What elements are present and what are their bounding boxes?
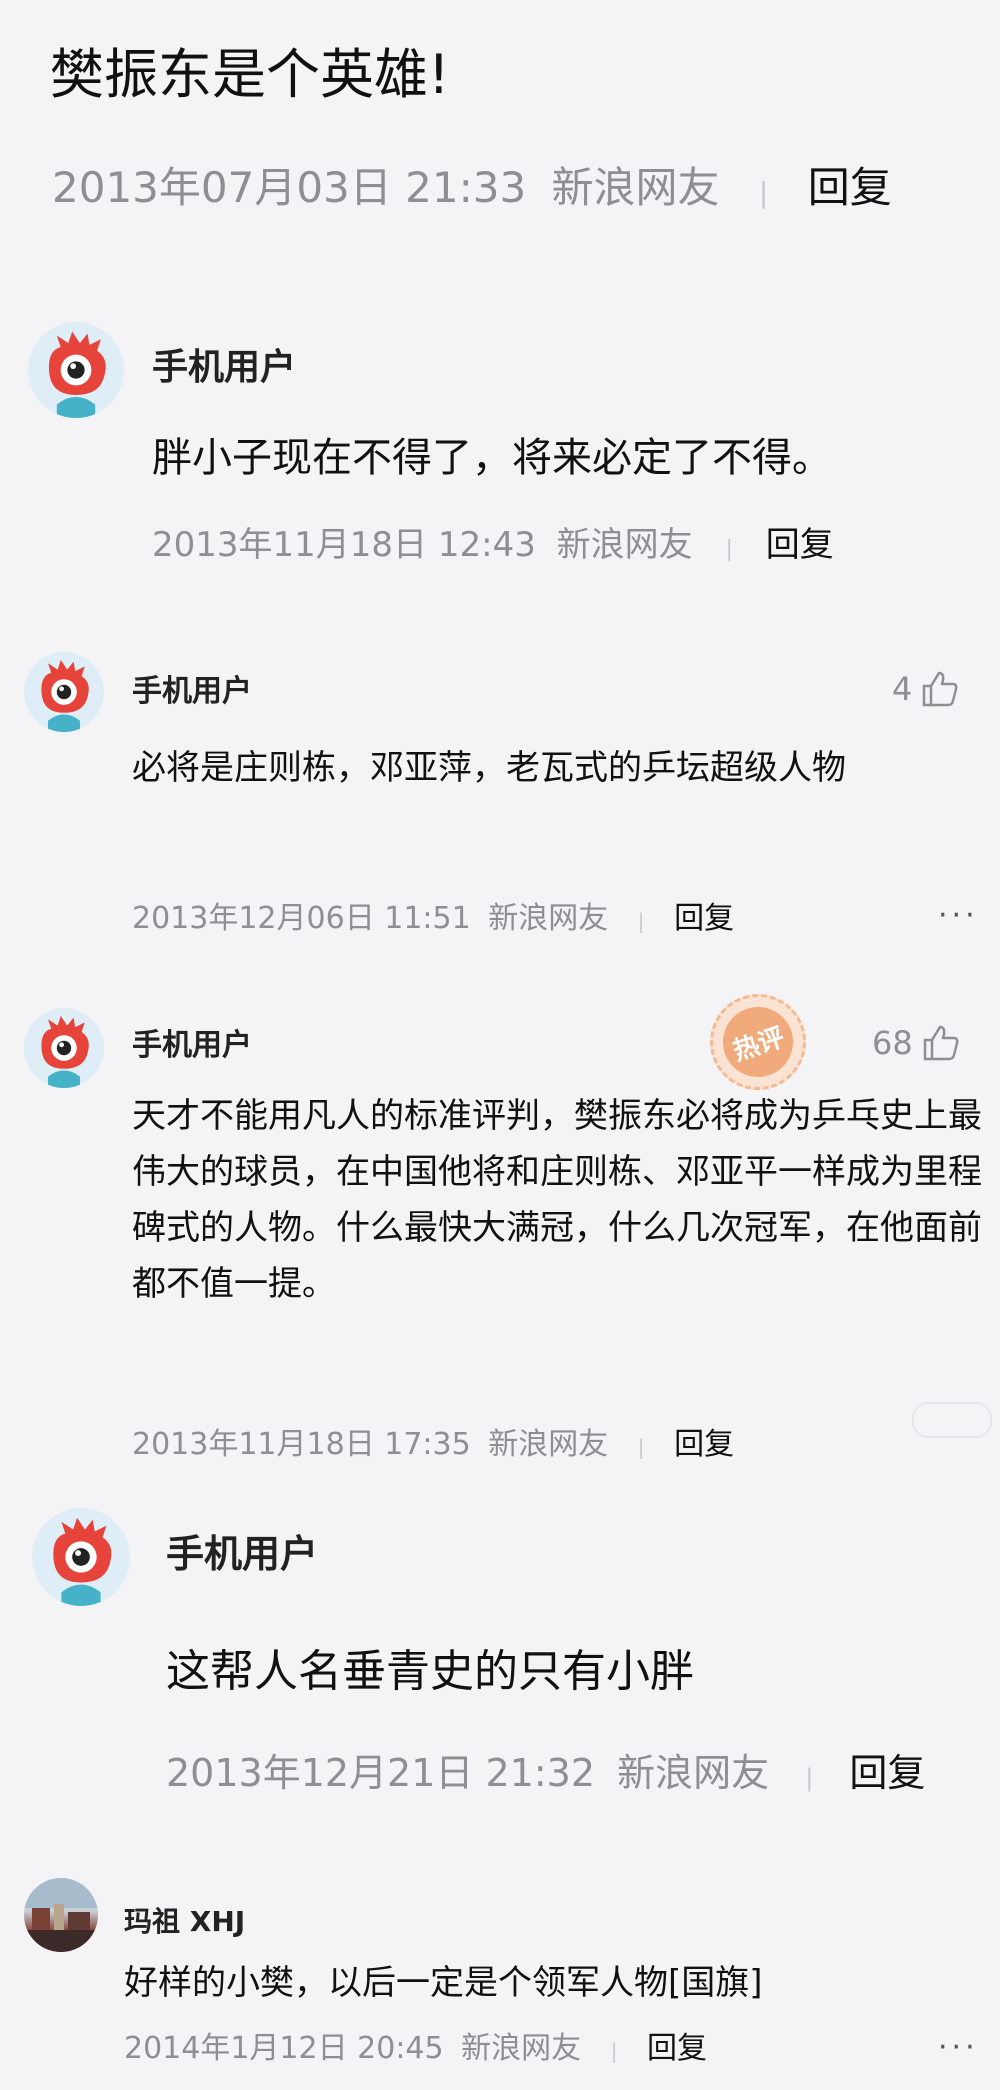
comment-source: 新浪网友: [461, 2031, 582, 2066]
sina-eye-icon: [24, 1008, 104, 1088]
comment-user[interactable]: 手机用户: [166, 1530, 318, 1578]
reply-button[interactable]: 回复: [674, 901, 734, 936]
comment-user[interactable]: 手机用户: [132, 1026, 252, 1066]
comment-source: 新浪网友: [488, 1427, 609, 1462]
divider: |: [758, 176, 769, 209]
avatar[interactable]: [24, 1008, 104, 1088]
comment-user[interactable]: 玛祖 XHJ: [124, 1904, 245, 1940]
comment-date: 2013年12月06日 11:51: [132, 901, 471, 936]
comment-date: 2013年12月21日 21:32: [166, 1751, 596, 1795]
thumbs-up-icon: [923, 671, 958, 707]
comment-source: 新浪网友: [617, 1751, 770, 1795]
sina-eye-icon: [24, 652, 104, 732]
reply-button[interactable]: 回复: [647, 2031, 707, 2066]
comment-text: 胖小子现在不得了，将来必定了不得。: [152, 435, 832, 481]
post-meta: 2013年07月03日 21:33 新浪网友 | 回复: [52, 160, 892, 221]
photo-avatar: [24, 1878, 98, 1952]
comment-user[interactable]: 手机用户: [132, 672, 252, 712]
comment-meta: 2013年12月21日 21:32 新浪网友 | 回复: [166, 1748, 925, 1803]
comment-meta: 2014年1月12日 20:45 新浪网友 | 回复: [124, 2028, 707, 2072]
comment-source: 新浪网友: [556, 525, 693, 565]
comment-meta: 2013年11月18日 17:35 新浪网友 | 回复: [132, 1424, 734, 1468]
divider: |: [637, 1435, 645, 1459]
post-reply-button[interactable]: 回复: [808, 163, 892, 212]
comment-date: 2014年1月12日 20:45: [124, 2031, 444, 2066]
watermark: [912, 1402, 992, 1438]
comment-date: 2013年11月18日 12:43: [152, 525, 536, 565]
hot-comment-badge: 热评: [697, 981, 819, 1103]
sina-eye-icon: [28, 322, 124, 418]
divider: |: [725, 537, 733, 562]
avatar[interactable]: [32, 1508, 130, 1606]
comment-text: 必将是庄则栋，邓亚萍，老瓦式的乒坛超级人物: [132, 748, 846, 788]
divider: |: [637, 909, 645, 933]
post-title: 樊振东是个英雄!: [50, 43, 450, 106]
sina-eye-icon: [32, 1508, 130, 1606]
comment-text: 这帮人名垂青史的只有小胖: [166, 1646, 694, 1697]
like-button[interactable]: 68: [872, 1020, 961, 1066]
divider: |: [805, 1764, 814, 1792]
reply-button[interactable]: 回复: [849, 1751, 925, 1795]
comment-text: 好样的小樊，以后一定是个领军人物[国旗]: [124, 1963, 763, 2003]
user-photo-avatar[interactable]: [24, 1878, 98, 1952]
like-count: 68: [872, 1024, 913, 1062]
divider: |: [610, 2039, 618, 2063]
post-source: 新浪网友: [551, 163, 720, 212]
reply-button[interactable]: 回复: [674, 1427, 734, 1462]
comment-meta: 2013年11月18日 12:43 新浪网友 | 回复: [152, 522, 834, 573]
comment-user[interactable]: 手机用户: [152, 345, 296, 391]
more-options-button[interactable]: ···: [938, 2030, 979, 2065]
avatar[interactable]: [28, 322, 124, 418]
reply-button[interactable]: 回复: [766, 525, 834, 565]
avatar[interactable]: [24, 652, 104, 732]
more-options-button[interactable]: ···: [938, 898, 979, 933]
like-count: 4: [892, 670, 913, 708]
comment-source: 新浪网友: [488, 901, 609, 936]
post-date: 2013年07月03日 21:33: [52, 163, 527, 212]
comment-meta: 2013年12月06日 11:51 新浪网友 | 回复: [132, 898, 734, 942]
comment-date: 2013年11月18日 17:35: [132, 1427, 471, 1462]
thumbs-up-icon: [923, 1025, 959, 1061]
comment-text: 天才不能用凡人的标准评判，樊振东必将成为乒乓史上最伟大的球员，在中国他将和庄则栋…: [132, 1096, 982, 1304]
like-button[interactable]: 4: [892, 666, 960, 712]
